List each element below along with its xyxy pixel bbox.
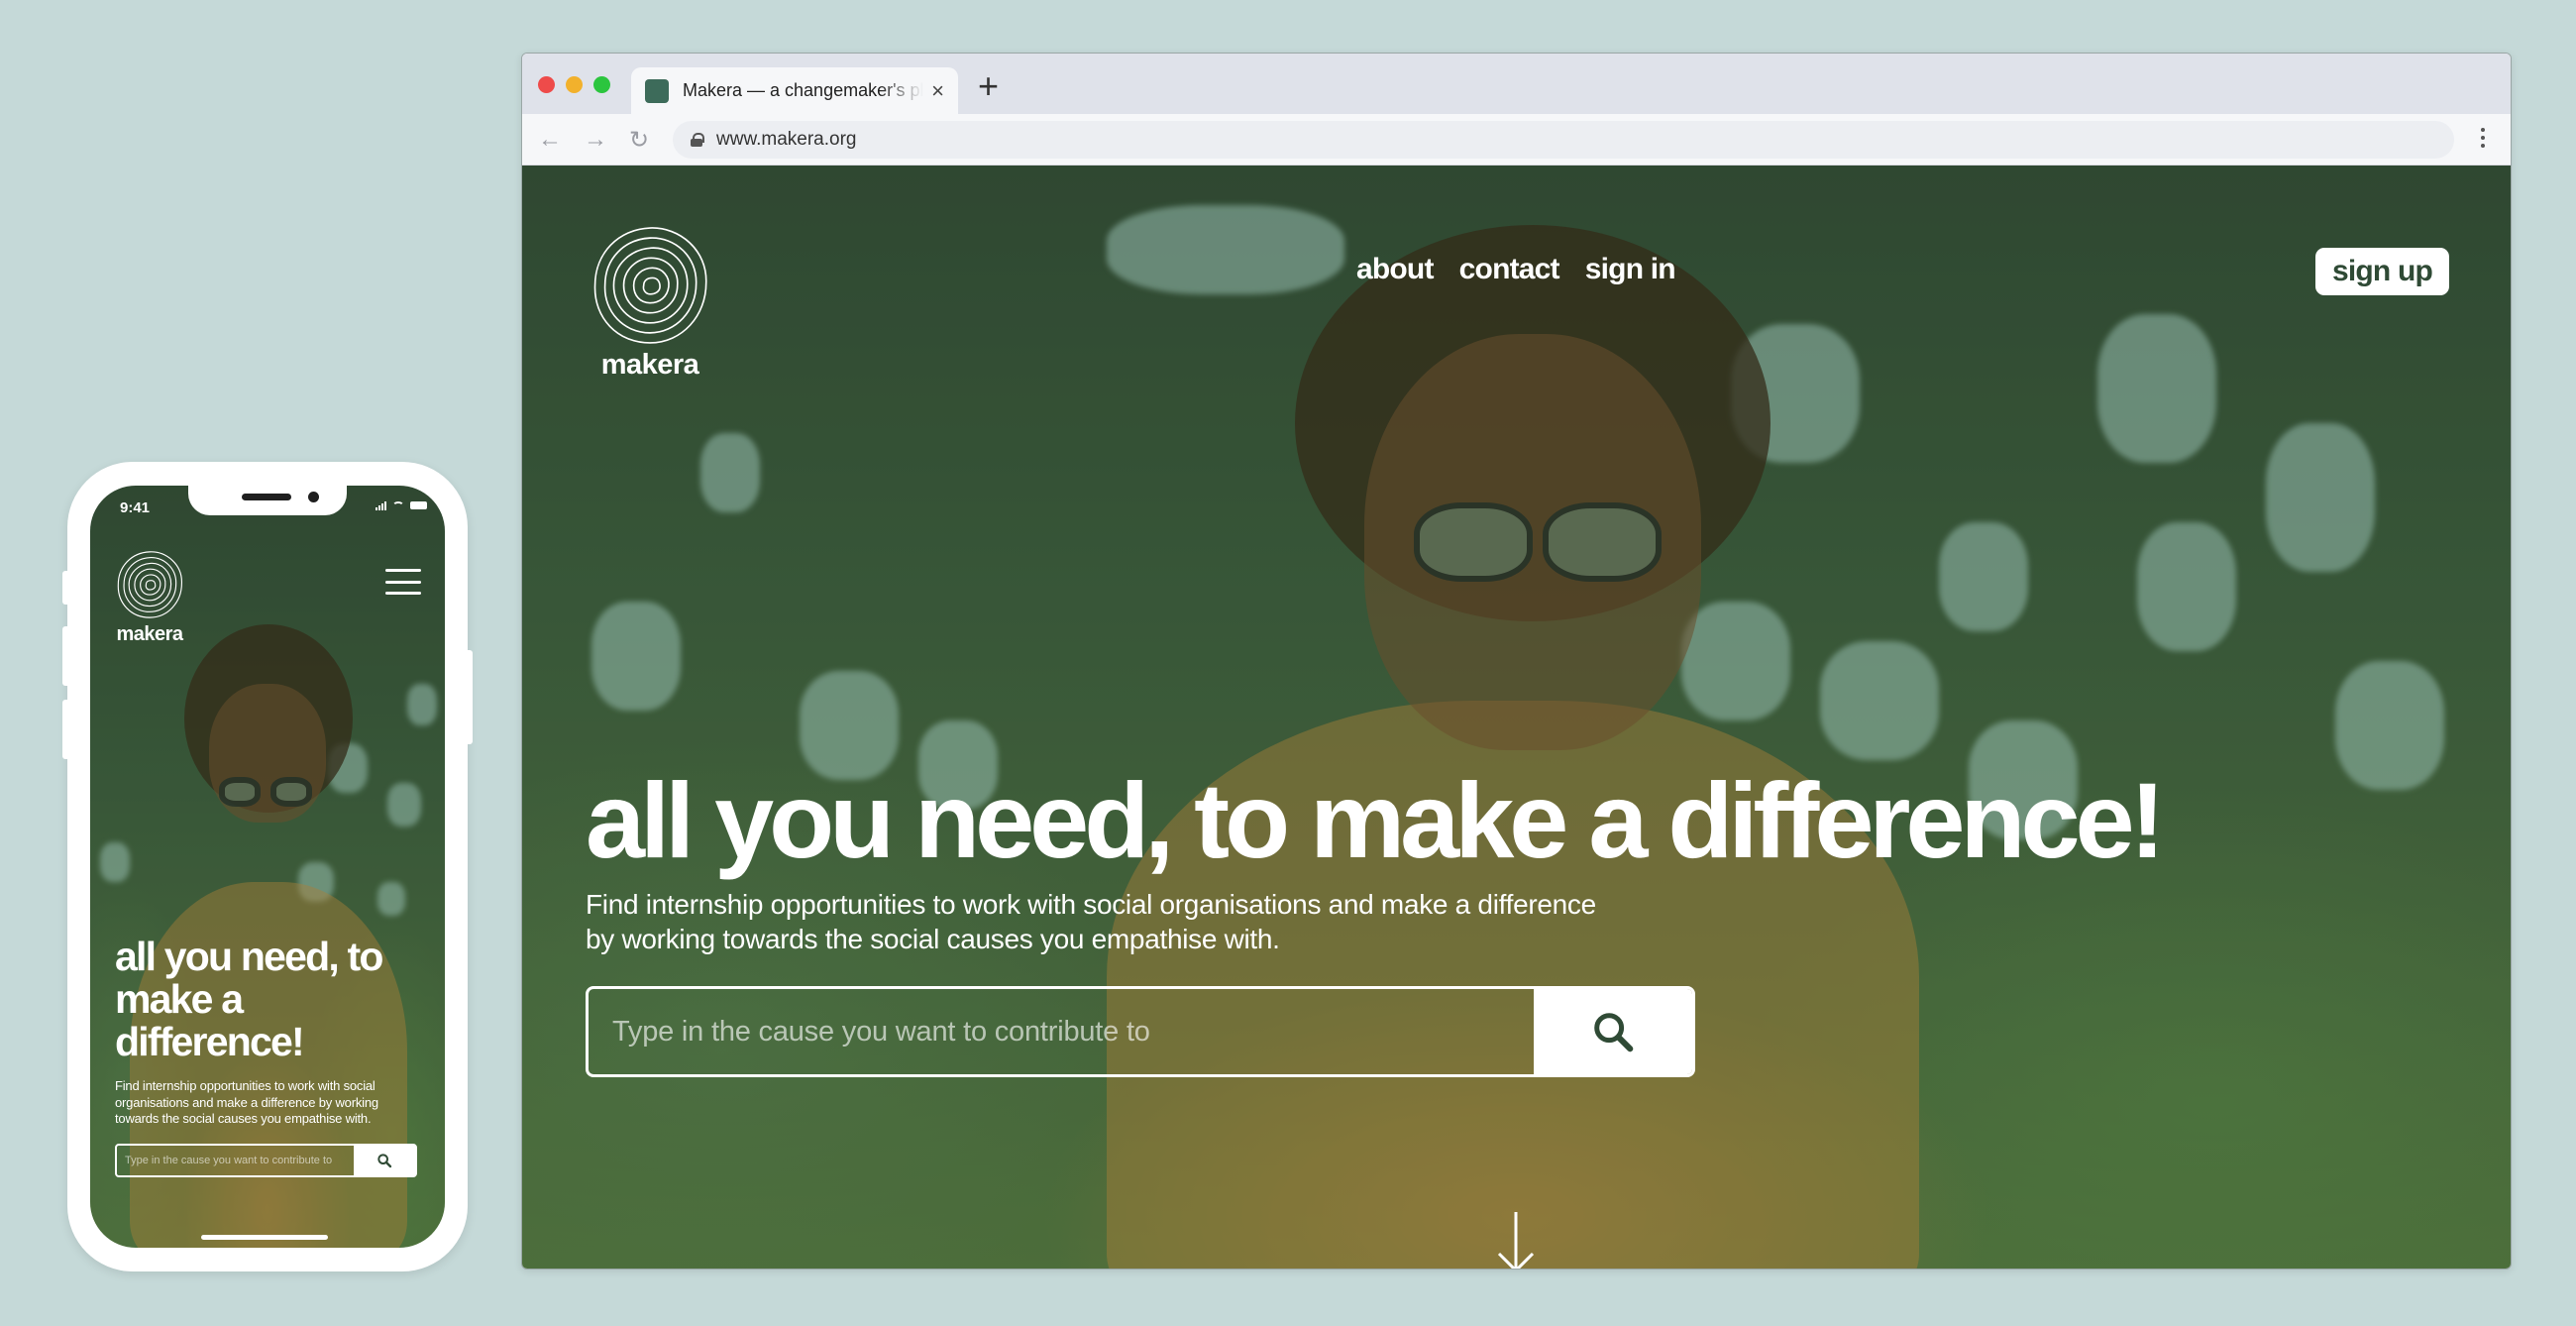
cause-search-input[interactable]: Type in the cause you want to contribute… bbox=[589, 989, 1534, 1074]
home-indicator[interactable] bbox=[201, 1235, 328, 1240]
wifi-icon bbox=[392, 500, 404, 510]
url-text[interactable]: www.makera.org bbox=[716, 129, 857, 151]
new-tab-button[interactable]: + bbox=[978, 65, 999, 107]
mobile-screen: 9:41 makera all you need, to make a diff… bbox=[90, 486, 445, 1248]
phone-notch bbox=[188, 486, 347, 515]
hamburger-icon bbox=[385, 569, 421, 572]
nav-about-link[interactable]: about bbox=[1356, 253, 1434, 286]
tree-rings-logo-icon bbox=[593, 227, 707, 344]
phone-power-button bbox=[467, 650, 473, 744]
url-bar[interactable]: www.makera.org bbox=[673, 121, 2454, 159]
window-maximize-button[interactable] bbox=[593, 76, 610, 93]
sign-up-button[interactable]: sign up bbox=[2315, 248, 2449, 295]
search-button[interactable] bbox=[1534, 989, 1692, 1074]
status-icons bbox=[376, 500, 427, 510]
mobile-subtitle: Find internship opportunities to work wi… bbox=[115, 1078, 378, 1126]
cause-search-bar: Type in the cause you want to contribute… bbox=[586, 986, 1695, 1077]
window-minimize-button[interactable] bbox=[566, 76, 583, 93]
hero-photo bbox=[522, 166, 2511, 1269]
tab-title: Makera — a changemaker's playground bbox=[683, 80, 924, 100]
lock-icon bbox=[691, 133, 704, 147]
brand-name: makera bbox=[600, 349, 699, 381]
mobile-device-mockup: 9:41 makera all you need, to make a diff… bbox=[62, 462, 473, 1271]
favicon-icon bbox=[645, 78, 669, 103]
browser-menu-icon[interactable] bbox=[2481, 128, 2485, 148]
hero-headline: all you need, to make a difference! bbox=[586, 760, 2166, 880]
reload-icon[interactable]: ↻ bbox=[629, 126, 649, 155]
search-icon bbox=[377, 1154, 392, 1168]
status-time: 9:41 bbox=[120, 499, 151, 516]
phone-volume-down bbox=[62, 700, 68, 759]
desktop-browser-window: Makera — a changemaker's playground × + … bbox=[521, 53, 2512, 1270]
arrow-down-icon[interactable] bbox=[1496, 1210, 1536, 1270]
battery-icon bbox=[410, 501, 427, 509]
main-nav: about contact sign in bbox=[1356, 253, 1676, 286]
hero-subtitle: Find internship opportunities to work wi… bbox=[586, 889, 1596, 954]
mobile-search-bar: Type in the cause you want to contribute… bbox=[115, 1144, 417, 1177]
hamburger-menu-button[interactable] bbox=[385, 569, 421, 595]
nav-sign-in-link[interactable]: sign in bbox=[1585, 253, 1676, 286]
browser-tab-active[interactable]: Makera — a changemaker's playground × bbox=[631, 67, 958, 114]
mobile-search-button[interactable] bbox=[354, 1146, 415, 1175]
tree-rings-logo-icon bbox=[117, 551, 182, 618]
forward-arrow-icon[interactable]: → bbox=[584, 126, 607, 154]
search-icon bbox=[1594, 1013, 1634, 1052]
nav-contact-link[interactable]: contact bbox=[1459, 253, 1560, 286]
tab-close-icon[interactable]: × bbox=[931, 78, 944, 104]
mobile-logo[interactable]: makera bbox=[112, 549, 187, 646]
tab-bar: Makera — a changemaker's playground × + bbox=[522, 54, 2511, 114]
page-viewport: makera about contact sign in sign up all… bbox=[522, 166, 2511, 1270]
mobile-headline: all you need, to make a difference! bbox=[115, 934, 383, 1064]
address-toolbar: ← → ↻ www.makera.org bbox=[522, 114, 2511, 166]
phone-volume-up bbox=[62, 626, 68, 686]
phone-mute-switch bbox=[62, 571, 68, 605]
window-close-button[interactable] bbox=[538, 76, 555, 93]
mobile-brand-name: makera bbox=[116, 623, 183, 645]
back-arrow-icon[interactable]: ← bbox=[538, 126, 562, 154]
site-logo[interactable]: makera bbox=[586, 223, 714, 382]
mobile-search-input[interactable]: Type in the cause you want to contribute… bbox=[117, 1146, 354, 1175]
cellular-signal-icon bbox=[376, 500, 386, 510]
